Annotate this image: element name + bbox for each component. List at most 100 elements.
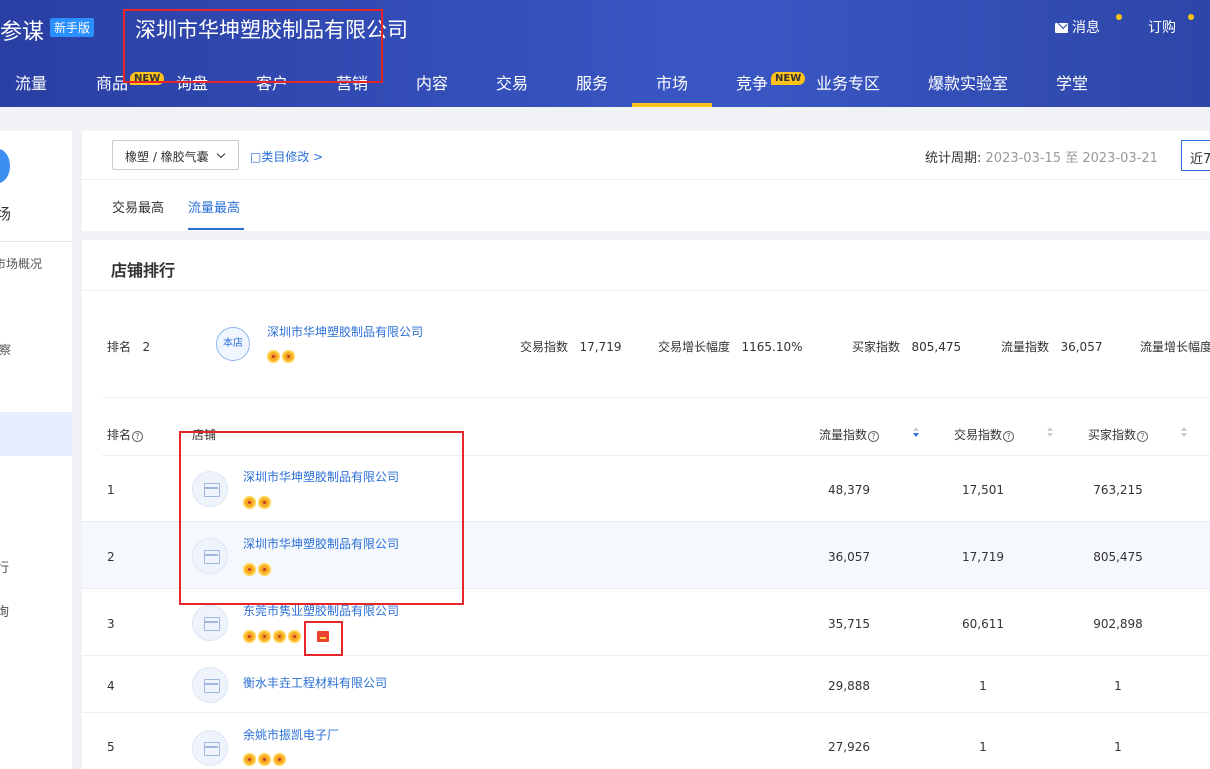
row-traffic: 48,379 [828, 483, 870, 497]
col-traffic[interactable]: 流量指数? [819, 426, 880, 443]
help-icon: ? [1003, 431, 1015, 442]
nav-products-new-badge: NEW [130, 72, 165, 85]
shop-icon [192, 538, 228, 574]
sort-trade-icon[interactable] [1046, 427, 1054, 439]
nav-content[interactable]: 内容 [416, 70, 448, 94]
divider [82, 179, 1210, 180]
period-value: 2023-03-15 至 2023-03-21 [985, 151, 1158, 166]
row-trade: 17,501 [962, 483, 1004, 497]
nav-competition-new-badge: NEW [771, 72, 806, 85]
row-traffic: 36,057 [828, 550, 870, 564]
row-traffic: 27,926 [828, 740, 870, 754]
table-header: 排名? 店铺 流量指数? 交易指数? 买家指数? [82, 412, 1210, 454]
sidebar-item-active[interactable] [0, 412, 72, 456]
col-trade[interactable]: 交易指数? [954, 426, 1015, 443]
col-rank: 排名? [107, 426, 144, 443]
nav-competition[interactable]: 竞争 [736, 70, 768, 94]
row-rank: 2 [107, 550, 115, 564]
crown-icon [243, 496, 256, 509]
row-rank: 5 [107, 740, 115, 754]
crown-icon [273, 753, 286, 766]
crown-icon [258, 630, 271, 643]
crown-icon [267, 350, 280, 363]
subscribe-dot [1188, 14, 1194, 20]
category-select[interactable]: 橡塑 / 橡胶气囊 [112, 140, 239, 170]
row-crowns [243, 753, 288, 769]
row-crowns [243, 563, 273, 579]
row-crowns [243, 496, 273, 512]
shop-icon [192, 730, 228, 766]
panel-title: 店铺排行 [111, 261, 176, 280]
nav-trade[interactable]: 交易 [496, 70, 528, 94]
row-shop-name[interactable]: 深圳市华坤塑胶制品有限公司 [243, 535, 399, 552]
gift-icon [317, 631, 329, 642]
row-shop-name[interactable]: 衡水丰垚工程材料有限公司 [243, 674, 387, 691]
crown-icon [258, 563, 271, 576]
row-shop-name[interactable]: 东莞市隽业塑胶制品有限公司 [243, 602, 399, 619]
nav-inquiry[interactable]: 询盘 [176, 70, 208, 94]
tab-top-trade[interactable]: 交易最高 [112, 197, 164, 216]
col-shop: 店铺 [192, 428, 217, 442]
nav-academy[interactable]: 学堂 [1056, 70, 1088, 94]
brand-name: 参谋 [0, 20, 45, 45]
help-icon: ? [1137, 431, 1149, 442]
row-buyers: 1 [1114, 679, 1122, 693]
own-shop-name[interactable]: 深圳市华坤塑胶制品有限公司 [267, 323, 423, 340]
nav-hot-lab[interactable]: 爆款实验室 [928, 70, 1008, 94]
sidebar-item-insight[interactable]: 察 [0, 341, 11, 358]
own-rank: 排名 2 [107, 340, 151, 354]
crown-icon [243, 630, 256, 643]
tab-active-indicator [188, 228, 244, 230]
sidebar-item-market-overview[interactable]: 市场概况 [0, 255, 42, 272]
sidebar-item-ranking[interactable]: 行 [0, 557, 9, 576]
row-rank: 1 [107, 483, 115, 497]
row-shop-name[interactable]: 深圳市华坤塑胶制品有限公司 [243, 468, 399, 485]
crown-icon [258, 496, 271, 509]
row-shop-name[interactable]: 余姚市振凯电子厂 [243, 726, 339, 743]
nav-customers[interactable]: 客户 [256, 70, 288, 94]
row-buyers: 902,898 [1093, 617, 1143, 631]
row-trade: 17,719 [962, 550, 1004, 564]
shop-title: 深圳市华坤塑胶制品有限公司 [135, 18, 408, 42]
tab-top-traffic[interactable]: 流量最高 [188, 197, 240, 216]
own-trade-growth: 交易增长幅度 1165.10% [658, 340, 803, 354]
own-shop-summary: 排名 2 本店 深圳市华坤塑胶制品有限公司 交易指数 17,719 交易增长幅度… [82, 310, 1210, 398]
own-trade-index: 交易指数 17,719 [520, 340, 622, 354]
sidebar-divider [0, 241, 72, 242]
nav-service[interactable]: 服务 [576, 70, 608, 94]
nav-business-zone[interactable]: 业务专区 [816, 70, 880, 94]
row-buyers: 805,475 [1093, 550, 1143, 564]
help-icon: ? [132, 431, 144, 442]
table-row: 2 深圳市华坤塑胶制品有限公司 36,057 17,719 805,475 [82, 522, 1210, 589]
row-crowns [243, 630, 303, 646]
divider [102, 397, 1210, 398]
crown-icon [258, 753, 271, 766]
sidebar: 场 市场概况 察 行 询 [0, 131, 72, 769]
sort-traffic-icon[interactable] [912, 427, 920, 439]
divider [82, 290, 1210, 291]
nav-traffic[interactable]: 流量 [15, 70, 47, 94]
recent-7-days-button[interactable]: 近7 [1181, 140, 1210, 171]
shop-icon [192, 605, 228, 641]
messages-link[interactable]: 消息 [1055, 17, 1100, 37]
filter-bar: 橡塑 / 橡胶气囊 □类目修改 > 统计周期: 2023-03-15 至 202… [82, 131, 1210, 231]
sidebar-item-inquiry[interactable]: 询 [0, 601, 9, 620]
table-row: 4 衡水丰垚工程材料有限公司 29,888 1 1 [82, 656, 1210, 713]
mail-icon [1055, 23, 1068, 33]
chevron-down-icon [216, 149, 226, 159]
period-label: 统计周期: 2023-03-15 至 2023-03-21 [925, 151, 1158, 166]
row-traffic: 35,715 [828, 617, 870, 631]
category-edit-link[interactable]: □类目修改 > [250, 148, 323, 165]
crown-icon [273, 630, 286, 643]
nav-marketing[interactable]: 营销 [336, 70, 368, 94]
col-buyers[interactable]: 买家指数? [1088, 426, 1149, 443]
top-header: 参谋 新手版 深圳市华坤塑胶制品有限公司 消息 订购 流量 商品 NEW 询盘 … [0, 0, 1210, 107]
sort-buyers-icon[interactable] [1180, 427, 1188, 439]
nav-market[interactable]: 市场 [656, 70, 688, 94]
nav-products[interactable]: 商品 [96, 70, 128, 94]
shop-icon [192, 471, 228, 507]
row-buyers: 1 [1114, 740, 1122, 754]
subscribe-link[interactable]: 订购 [1148, 17, 1176, 37]
row-trade: 1 [979, 679, 987, 693]
table-row: 1 深圳市华坤塑胶制品有限公司 48,379 17,501 763,215 [82, 456, 1210, 522]
